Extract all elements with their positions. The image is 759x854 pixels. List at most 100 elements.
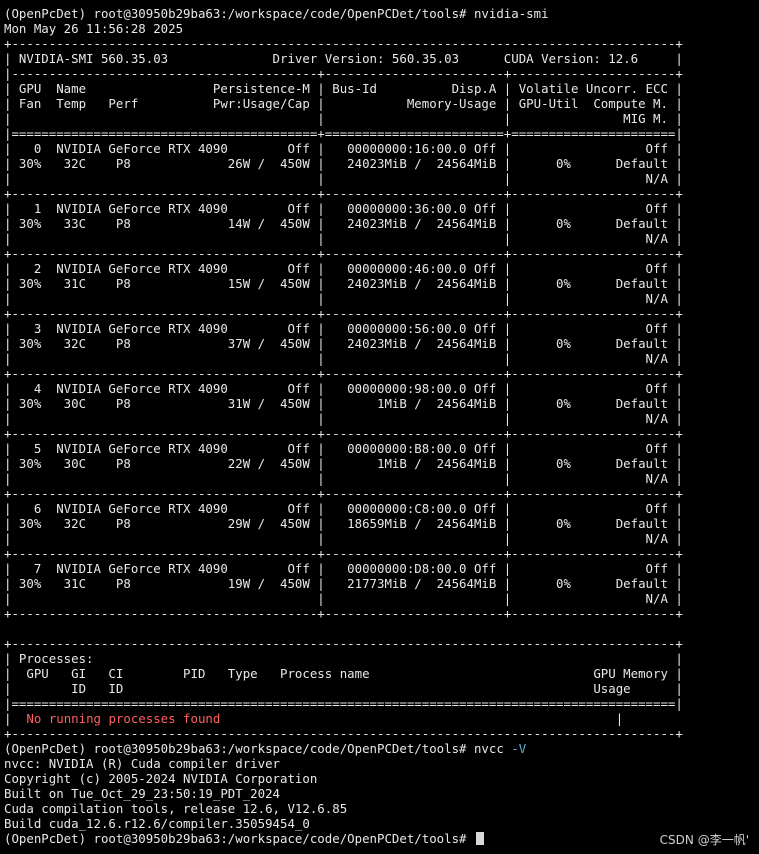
terminal-line: |=======================================… <box>4 696 756 711</box>
terminal-text: +---------------------------------------… <box>4 726 683 741</box>
cursor-block <box>475 832 484 845</box>
terminal-line: +---------------------------------------… <box>4 186 756 201</box>
terminal-line: | 3 NVIDIA GeForce RTX 4090 Off | 000000… <box>4 321 756 336</box>
terminal-text: (OpenPcDet) root@30950b29ba63:/workspace… <box>4 831 474 846</box>
terminal-text: | 30% 32C P8 29W / 450W | 18659MiB / 245… <box>4 516 683 531</box>
terminal-line: Build cuda_12.6.r12.6/compiler.35059454_… <box>4 816 756 831</box>
terminal-text: +---------------------------------------… <box>4 426 683 441</box>
terminal-text: |=======================================… <box>4 126 683 141</box>
terminal-line: | 6 NVIDIA GeForce RTX 4090 Off | 000000… <box>4 501 756 516</box>
terminal-line: | | | N/A | <box>4 351 756 366</box>
terminal-line: Built on Tue_Oct_29_23:50:19_PDT_2024 <box>4 786 756 801</box>
terminal-line: | | | N/A | <box>4 411 756 426</box>
terminal-line: (OpenPcDet) root@30950b29ba63:/workspace… <box>4 6 756 21</box>
terminal-text: | 4 NVIDIA GeForce RTX 4090 Off | 000000… <box>4 381 683 396</box>
status-message: No running processes found <box>26 711 221 726</box>
terminal-line: | | | N/A | <box>4 231 756 246</box>
terminal-text: | <box>4 711 27 726</box>
terminal-line: +---------------------------------------… <box>4 306 756 321</box>
terminal-text: | 2 NVIDIA GeForce RTX 4090 Off | 000000… <box>4 261 683 276</box>
terminal-text: +---------------------------------------… <box>4 306 683 321</box>
terminal-text: | | | N/A | <box>4 171 683 186</box>
terminal-text: +---------------------------------------… <box>4 486 683 501</box>
terminal-line: | GPU Name Persistence-M | Bus-Id Disp.A… <box>4 81 756 96</box>
terminal-text: | | | N/A | <box>4 471 683 486</box>
terminal-text: | | | N/A | <box>4 231 683 246</box>
terminal-text: | <box>220 711 624 726</box>
terminal-text: | | | N/A | <box>4 291 683 306</box>
terminal-line: | Processes: | <box>4 651 756 666</box>
terminal-text: | NVIDIA-SMI 560.35.03 Driver Version: 5… <box>4 51 683 66</box>
terminal-text: +---------------------------------------… <box>4 636 683 651</box>
terminal-text: | GPU Name Persistence-M | Bus-Id Disp.A… <box>4 81 683 96</box>
terminal-text: Copyright (c) 2005-2024 NVIDIA Corporati… <box>4 771 318 786</box>
terminal-line: | 30% 32C P8 26W / 450W | 24023MiB / 245… <box>4 156 756 171</box>
terminal-text: | 0 NVIDIA GeForce RTX 4090 Off | 000000… <box>4 141 683 156</box>
terminal-line: | Fan Temp Perf Pwr:Usage/Cap | Memory-U… <box>4 96 756 111</box>
terminal-line: | 1 NVIDIA GeForce RTX 4090 Off | 000000… <box>4 201 756 216</box>
terminal-text: |=======================================… <box>4 696 683 711</box>
terminal-text: | 30% 33C P8 14W / 450W | 24023MiB / 245… <box>4 216 683 231</box>
terminal-line: | 5 NVIDIA GeForce RTX 4090 Off | 000000… <box>4 441 756 456</box>
terminal-line: +---------------------------------------… <box>4 36 756 51</box>
terminal-text: | 6 NVIDIA GeForce RTX 4090 Off | 000000… <box>4 501 683 516</box>
terminal-text: | | | N/A | <box>4 351 683 366</box>
terminal-line: | | | N/A | <box>4 471 756 486</box>
terminal-line: nvcc: NVIDIA (R) Cuda compiler driver <box>4 756 756 771</box>
terminal-line: | ID ID Usage | <box>4 681 756 696</box>
terminal-text: | 5 NVIDIA GeForce RTX 4090 Off | 000000… <box>4 441 683 456</box>
terminal-text: (OpenPcDet) root@30950b29ba63:/workspace… <box>4 741 512 756</box>
terminal-text: | 30% 30C P8 31W / 450W | 1MiB / 24564Mi… <box>4 396 683 411</box>
terminal-line: | | | N/A | <box>4 291 756 306</box>
terminal-text: | | | MIG M. | <box>4 111 683 126</box>
terminal-text: Built on Tue_Oct_29_23:50:19_PDT_2024 <box>4 786 281 801</box>
terminal-text: +---------------------------------------… <box>4 36 683 51</box>
terminal-line: | | | N/A | <box>4 531 756 546</box>
terminal-text: | | | N/A | <box>4 591 683 606</box>
terminal-text: | 30% 31C P8 15W / 450W | 24023MiB / 245… <box>4 276 683 291</box>
terminal-text: | 1 NVIDIA GeForce RTX 4090 Off | 000000… <box>4 201 683 216</box>
terminal-line: +---------------------------------------… <box>4 606 756 621</box>
terminal-line: Copyright (c) 2005-2024 NVIDIA Corporati… <box>4 771 756 786</box>
terminal-text: | 7 NVIDIA GeForce RTX 4090 Off | 000000… <box>4 561 683 576</box>
terminal-line: | 30% 30C P8 31W / 450W | 1MiB / 24564Mi… <box>4 396 756 411</box>
terminal-text: |---------------------------------------… <box>4 66 683 81</box>
terminal-text: Build cuda_12.6.r12.6/compiler.35059454_… <box>4 816 310 831</box>
terminal-line: +---------------------------------------… <box>4 486 756 501</box>
terminal-line: | 30% 30C P8 22W / 450W | 1MiB / 24564Mi… <box>4 456 756 471</box>
terminal-text: | 3 NVIDIA GeForce RTX 4090 Off | 000000… <box>4 321 683 336</box>
terminal-line: | | | N/A | <box>4 591 756 606</box>
terminal-text: | ID ID Usage | <box>4 681 683 696</box>
terminal-text: | 30% 31C P8 19W / 450W | 21773MiB / 245… <box>4 576 683 591</box>
terminal-text: | GPU GI CI PID Type Process name GPU Me… <box>4 666 683 681</box>
terminal-line: | 30% 32C P8 37W / 450W | 24023MiB / 245… <box>4 336 756 351</box>
terminal-text: | 30% 30C P8 22W / 450W | 1MiB / 24564Mi… <box>4 456 683 471</box>
terminal-line: | | | MIG M. | <box>4 111 756 126</box>
terminal-text: | 30% 32C P8 26W / 450W | 24023MiB / 245… <box>4 156 683 171</box>
terminal-text: | | | N/A | <box>4 531 683 546</box>
terminal-text: Mon May 26 11:56:28 2025 <box>4 21 184 36</box>
terminal-line: | 30% 32C P8 29W / 450W | 18659MiB / 245… <box>4 516 756 531</box>
terminal-line: +---------------------------------------… <box>4 546 756 561</box>
terminal-text: Cuda compilation tools, release 12.6, V1… <box>4 801 348 816</box>
terminal-line: | 2 NVIDIA GeForce RTX 4090 Off | 000000… <box>4 261 756 276</box>
terminal-line: (OpenPcDet) root@30950b29ba63:/workspace… <box>4 831 756 846</box>
terminal-line: |---------------------------------------… <box>4 66 756 81</box>
terminal-line: Cuda compilation tools, release 12.6, V1… <box>4 801 756 816</box>
terminal-line: | 4 NVIDIA GeForce RTX 4090 Off | 000000… <box>4 381 756 396</box>
terminal-output[interactable]: (OpenPcDet) root@30950b29ba63:/workspace… <box>4 6 756 848</box>
terminal-text: nvcc: NVIDIA (R) Cuda compiler driver <box>4 756 281 771</box>
command-flag: -V <box>511 741 527 756</box>
terminal-text: | Processes: | <box>4 651 683 666</box>
terminal-line: | 30% 33C P8 14W / 450W | 24023MiB / 245… <box>4 216 756 231</box>
terminal-line: | 0 NVIDIA GeForce RTX 4090 Off | 000000… <box>4 141 756 156</box>
terminal-text: +---------------------------------------… <box>4 246 683 261</box>
terminal-line: +---------------------------------------… <box>4 726 756 741</box>
terminal-line: +---------------------------------------… <box>4 426 756 441</box>
terminal-text: | | | N/A | <box>4 411 683 426</box>
terminal-text: (OpenPcDet) root@30950b29ba63:/workspace… <box>4 6 549 21</box>
terminal-line: (OpenPcDet) root@30950b29ba63:/workspace… <box>4 741 756 756</box>
terminal-line: | No running processes found | <box>4 711 756 726</box>
terminal-line: | 7 NVIDIA GeForce RTX 4090 Off | 000000… <box>4 561 756 576</box>
